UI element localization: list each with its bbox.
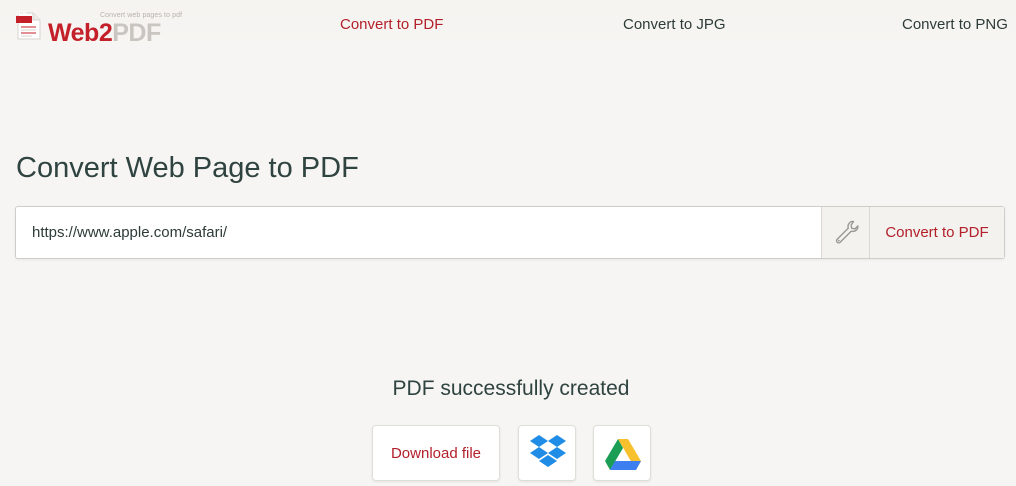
nav-convert-to-jpg[interactable]: Convert to JPG — [623, 16, 726, 33]
status-message: PDF successfully created — [392, 377, 630, 400]
logo-word-web2: Web2 — [48, 19, 113, 47]
site-logo[interactable]: PDF Convert web pages to pdf Web2PDF — [12, 2, 182, 46]
nav-convert-to-png[interactable]: Convert to PNG — [902, 16, 1008, 33]
save-to-google-drive-button[interactable] — [593, 425, 651, 481]
google-drive-icon — [605, 439, 641, 470]
url-input[interactable] — [16, 207, 821, 258]
page-title: Convert Web Page to PDF — [16, 152, 359, 184]
download-file-button[interactable]: Download file — [372, 425, 500, 481]
settings-button[interactable] — [821, 207, 869, 258]
nav-convert-to-pdf[interactable]: Convert to PDF — [340, 16, 443, 33]
dropbox-icon — [530, 435, 566, 467]
wrench-icon — [835, 220, 859, 244]
logo-word-pdf: PDF — [112, 19, 161, 47]
logo-wordmark: Web2PDF — [48, 20, 161, 46]
logo-badge: PDF — [17, 11, 27, 17]
url-form: Convert to PDF — [15, 206, 1005, 259]
convert-button[interactable]: Convert to PDF — [869, 207, 1004, 258]
save-to-dropbox-button[interactable] — [518, 425, 576, 481]
top-navigation-bar: PDF Convert web pages to pdf Web2PDF Con… — [0, 0, 1016, 48]
logo-tagline: Convert web pages to pdf — [100, 12, 183, 19]
